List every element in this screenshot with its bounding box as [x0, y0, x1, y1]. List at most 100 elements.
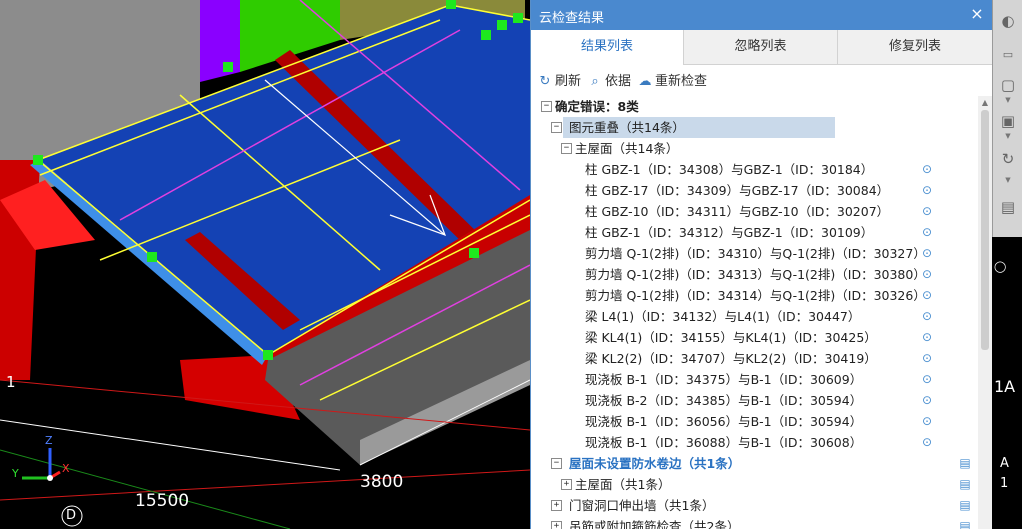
gizmo-x-label: X — [62, 462, 70, 475]
cube-dropdown-icon[interactable]: ▼ — [1001, 132, 1015, 140]
gizmo-y-label: Y — [12, 467, 19, 480]
tree-item-label: 剪力墙 Q-1(2排)（ID：34313）与Q-1(2排)（ID：30380） — [585, 267, 926, 282]
locate-icon[interactable]: ⊙ — [920, 222, 934, 243]
model-canvas[interactable] — [0, 0, 530, 529]
locate-icon[interactable]: ⊙ — [920, 159, 934, 180]
locate-icon[interactable]: ⊙ — [920, 369, 934, 390]
tree-result-item[interactable]: 梁 KL2(2)（ID：34707）与KL2(2)（ID：30419） ⊙ — [531, 348, 978, 369]
tree-item-label: 柱 GBZ-10（ID：34311）与GBZ-10（ID：30207） — [585, 204, 890, 219]
locate-icon[interactable]: ⊙ — [920, 348, 934, 369]
gizmo-z-label: Z — [45, 434, 53, 447]
view-cube-icon[interactable]: ▣ — [996, 110, 1020, 132]
locate-icon[interactable]: ⊙ — [920, 306, 934, 327]
locate-icon[interactable]: ⊙ — [920, 285, 934, 306]
tree-result-item[interactable]: 剪力墙 Q-1(2排)（ID：34314）与Q-1(2排)（ID：30326） ⊙ — [531, 285, 978, 306]
axis-label-1: 1 — [6, 373, 16, 391]
panel-titlebar[interactable]: 云检查结果 × — [531, 0, 993, 30]
report-icon[interactable]: ▤ — [957, 495, 973, 516]
tree-node[interactable]: − 图元重叠（共14条） — [531, 117, 978, 138]
rotate-icon[interactable]: ↻ — [996, 148, 1020, 170]
locate-icon[interactable]: ⊙ — [920, 243, 934, 264]
refresh-button[interactable]: ↻ 刷新 — [538, 72, 581, 92]
tree-result-item[interactable]: 现浇板 B-1（ID：36088）与B-1（ID：30608） ⊙ — [531, 432, 978, 453]
box-dropdown-icon[interactable]: ▼ — [1001, 96, 1015, 104]
tree-result-item[interactable]: 柱 GBZ-17（ID：34309）与GBZ-17（ID：30084） ⊙ — [531, 180, 978, 201]
collapse-icon[interactable]: − — [561, 143, 572, 154]
tree-result-item[interactable]: 剪力墙 Q-1(2排)（ID：34313）与Q-1(2排)（ID：30380） ⊙ — [531, 264, 978, 285]
tree-item-label: 现浇板 B-1（ID：36056）与B-1（ID：30594） — [585, 414, 863, 429]
scroll-up-arrow[interactable]: ▲ — [978, 96, 992, 110]
tree-item-label: 图元重叠（共14条） — [563, 117, 835, 138]
expand-icon[interactable]: + — [551, 500, 562, 511]
basis-button[interactable]: ⌕ 依据 — [588, 72, 631, 92]
rotate-dropdown-icon[interactable]: ▼ — [1001, 176, 1015, 184]
strip-label-1: 1 — [1000, 476, 1009, 491]
tab-bar: 结果列表 忽略列表 修复列表 — [531, 30, 992, 65]
tree-item-label: 屋面未设置防水卷边（共1条） — [569, 456, 741, 471]
expand-icon[interactable]: + — [551, 521, 562, 529]
tree-node[interactable]: − 屋面未设置防水卷边（共1条） ▤ — [531, 453, 978, 474]
locate-icon[interactable]: ⊙ — [920, 327, 934, 348]
collapse-icon[interactable]: − — [551, 458, 562, 469]
action-bar: ↻ 刷新 ⌕ 依据 ☁ 重新检查 — [531, 72, 992, 92]
scroll-thumb[interactable] — [981, 110, 989, 350]
result-tree: − 确定错误：8类 − 图元重叠（共14条） − 主屋面（共14条）柱 GBZ-1（ID：… — [531, 96, 978, 529]
report-icon[interactable]: ▤ — [957, 516, 973, 529]
3d-box-icon[interactable]: ▢ — [996, 74, 1020, 96]
tree-node[interactable]: − 主屋面（共14条） — [531, 138, 978, 159]
tree-item-label: 现浇板 B-1（ID：34375）与B-1（ID：30609） — [585, 372, 863, 387]
tree-result-item[interactable]: 梁 L4(1)（ID：34132）与L4(1)（ID：30447） ⊙ — [531, 306, 978, 327]
tab-repaired[interactable]: 修复列表 — [838, 30, 992, 64]
tree-scrollbar[interactable]: ▲ — [978, 96, 992, 529]
purple-column — [200, 0, 240, 82]
model-viewport[interactable]: 15500 3800 1 D Z Y X — [0, 0, 530, 529]
dimension-3800: 3800 — [360, 472, 404, 492]
tree-item-label: 梁 KL2(2)（ID：34707）与KL2(2)（ID：30419） — [585, 351, 877, 366]
refresh-label: 刷新 — [555, 74, 582, 89]
tree-result-item[interactable]: 柱 GBZ-1（ID：34312）与GBZ-1（ID：30109） ⊙ — [531, 222, 978, 243]
recheck-button[interactable]: ☁ 重新检查 — [638, 72, 708, 92]
tree-item-label: 柱 GBZ-1（ID：34308）与GBZ-1（ID：30184） — [585, 162, 874, 177]
locate-icon[interactable]: ⊙ — [920, 180, 934, 201]
tree-result-item[interactable]: 梁 KL4(1)（ID：34155）与KL4(1)（ID：30425） ⊙ — [531, 327, 978, 348]
tree-item-label: 现浇板 B-1（ID：36088）与B-1（ID：30608） — [585, 435, 863, 450]
tree-item-label: 柱 GBZ-17（ID：34309）与GBZ-17（ID：30084） — [585, 183, 890, 198]
report-icon[interactable]: ▤ — [957, 474, 973, 495]
tab-ignored[interactable]: 忽略列表 — [684, 30, 838, 64]
tab-results[interactable]: 结果列表 — [531, 30, 684, 65]
tree-item-label: 吊筋或附加箍筋检查（共2条） — [569, 519, 740, 529]
cloud-check-panel: 云检查结果 × 结果列表 忽略列表 修复列表 ↻ 刷新 ⌕ 依据 ☁ 重新检查 − 确定… — [530, 0, 993, 529]
tree-item-label: 现浇板 B-2（ID：34385）与B-1（ID：30594） — [585, 393, 863, 408]
recheck-label: 重新检查 — [655, 74, 708, 89]
locate-icon[interactable]: ⊙ — [920, 201, 934, 222]
locate-icon[interactable]: ⊙ — [920, 432, 934, 453]
layer-settings-icon[interactable]: ▤ — [996, 196, 1020, 218]
tree-node[interactable]: + 门窗洞口伸出墙（共1条） ▤ — [531, 495, 978, 516]
tree-node[interactable]: + 主屋面（共1条） ▤ — [531, 474, 978, 495]
view-toolbar: ◐ ▭ ▢ ▼ ▣ ▼ ↻ ▼ ▤ — [992, 0, 1022, 237]
refresh-icon: ↻ — [539, 74, 551, 89]
report-icon[interactable]: ▤ — [957, 453, 973, 474]
tree-result-item[interactable]: 现浇板 B-2（ID：34385）与B-1（ID：30594） ⊙ — [531, 390, 978, 411]
close-button[interactable]: × — [967, 4, 987, 24]
basis-label: 依据 — [605, 74, 632, 89]
tree-item-label: 门窗洞口伸出墙（共1条） — [569, 498, 715, 513]
locate-icon[interactable]: ⊙ — [920, 264, 934, 285]
tree-result-item[interactable]: 剪力墙 Q-1(2排)（ID：34310）与Q-1(2排)（ID：30327） ⊙ — [531, 243, 978, 264]
collapse-icon[interactable]: − — [551, 122, 562, 133]
collapse-icon[interactable]: − — [541, 101, 552, 112]
panel-title: 云检查结果 — [539, 11, 605, 26]
locate-icon[interactable]: ⊙ — [920, 411, 934, 432]
tree-node[interactable]: − 确定错误：8类 — [531, 96, 978, 117]
orbit-sphere-icon[interactable]: ◐ — [996, 10, 1020, 32]
tree-result-item[interactable]: 柱 GBZ-1（ID：34308）与GBZ-1（ID：30184） ⊙ — [531, 159, 978, 180]
locate-icon[interactable]: ⊙ — [920, 390, 934, 411]
tree-item-label: 主屋面（共14条） — [575, 141, 679, 156]
tree-result-item[interactable]: 现浇板 B-1（ID：34375）与B-1（ID：30609） ⊙ — [531, 369, 978, 390]
tree-result-item[interactable]: 现浇板 B-1（ID：36056）与B-1（ID：30594） ⊙ — [531, 411, 978, 432]
2d-view-icon[interactable]: ▭ — [996, 44, 1020, 66]
tree-result-item[interactable]: 柱 GBZ-10（ID：34311）与GBZ-10（ID：30207） ⊙ — [531, 201, 978, 222]
tree-node[interactable]: + 吊筋或附加箍筋检查（共2条） ▤ — [531, 516, 978, 529]
expand-icon[interactable]: + — [561, 479, 572, 490]
strip-label-a: A — [1000, 456, 1009, 471]
